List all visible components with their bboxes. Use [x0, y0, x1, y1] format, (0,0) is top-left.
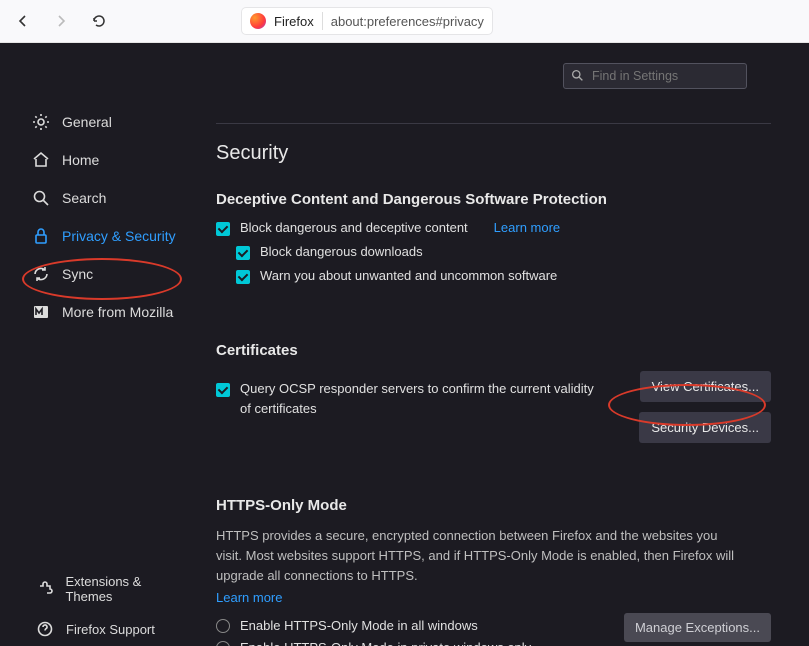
checkbox-warn-unwanted[interactable]: Warn you about unwanted and uncommon sof… [236, 268, 771, 284]
mozilla-icon [32, 303, 50, 321]
browser-toolbar: Firefox about:preferences#privacy [0, 0, 809, 43]
https-description: HTTPS provides a secure, encrypted conne… [216, 526, 736, 586]
checkbox-block-deceptive[interactable]: Block dangerous and deceptive content Le… [216, 220, 771, 236]
radio-label: Enable HTTPS-Only Mode in all windows [240, 618, 478, 633]
security-devices-button[interactable]: Security Devices... [639, 412, 771, 443]
checkbox-label: Query OCSP responder servers to confirm … [240, 379, 600, 418]
checkbox-ocsp[interactable]: Query OCSP responder servers to confirm … [216, 379, 601, 418]
url-text: about:preferences#privacy [331, 14, 484, 29]
sync-icon [32, 265, 50, 283]
sidebar-item-home[interactable]: Home [0, 141, 200, 179]
settings-content: Security Deceptive Content and Dangerous… [200, 43, 809, 646]
learn-more-link[interactable]: Learn more [216, 590, 282, 605]
sidebar-item-sync[interactable]: Sync [0, 255, 200, 293]
puzzle-icon [36, 580, 53, 598]
subsection-https-only: HTTPS-Only Mode [216, 497, 771, 514]
sidebar-item-label: Firefox Support [66, 622, 155, 637]
sidebar-item-label: More from Mozilla [62, 304, 173, 320]
settings-search [563, 63, 747, 89]
checkbox-label: Warn you about unwanted and uncommon sof… [260, 268, 557, 283]
sidebar-item-label: Search [62, 190, 106, 206]
forward-button[interactable] [46, 6, 76, 36]
checkbox-icon [216, 222, 230, 236]
back-button[interactable] [8, 6, 38, 36]
question-icon [36, 620, 54, 638]
checkbox-block-downloads[interactable]: Block dangerous downloads [236, 244, 771, 260]
radio-label: Enable HTTPS-Only Mode in private window… [240, 640, 531, 646]
sidebar-item-search[interactable]: Search [0, 179, 200, 217]
checkbox-icon [236, 246, 250, 260]
home-icon [32, 151, 50, 169]
radio-icon [216, 641, 230, 646]
radio-https-all[interactable]: Enable HTTPS-Only Mode in all windows [216, 618, 601, 633]
settings-sidebar: General Home Search Privacy & Security S… [0, 43, 200, 646]
sidebar-item-extensions[interactable]: Extensions & Themes [0, 566, 200, 612]
app-label: Firefox [274, 14, 314, 29]
sidebar-item-label: General [62, 114, 112, 130]
sidebar-item-label: Privacy & Security [62, 228, 176, 244]
lock-icon [32, 227, 50, 245]
radio-https-private[interactable]: Enable HTTPS-Only Mode in private window… [216, 640, 601, 646]
checkbox-icon [216, 383, 230, 397]
reload-button[interactable] [84, 6, 114, 36]
sidebar-item-label: Home [62, 152, 99, 168]
subsection-deceptive: Deceptive Content and Dangerous Software… [216, 191, 771, 208]
firefox-icon [250, 13, 266, 29]
view-certificates-button[interactable]: View Certificates... [640, 371, 771, 402]
sidebar-item-support[interactable]: Firefox Support [0, 612, 200, 646]
section-heading-security: Security [216, 142, 771, 165]
gear-icon [32, 113, 50, 131]
checkbox-icon [236, 270, 250, 284]
checkbox-label: Block dangerous downloads [260, 244, 423, 259]
sidebar-item-label: Extensions & Themes [65, 574, 188, 604]
radio-icon [216, 619, 230, 633]
sidebar-item-more[interactable]: More from Mozilla [0, 293, 200, 331]
checkbox-label: Block dangerous and deceptive content [240, 220, 468, 235]
subsection-certificates: Certificates [216, 342, 771, 359]
sidebar-item-label: Sync [62, 266, 93, 282]
divider [216, 123, 771, 124]
search-icon [571, 69, 584, 85]
address-bar[interactable]: Firefox about:preferences#privacy [242, 8, 492, 34]
sidebar-item-general[interactable]: General [0, 103, 200, 141]
divider [322, 12, 323, 30]
settings-search-input[interactable] [563, 63, 747, 89]
manage-exceptions-button[interactable]: Manage Exceptions... [624, 613, 771, 642]
search-icon [32, 189, 50, 207]
learn-more-link[interactable]: Learn more [494, 220, 560, 235]
sidebar-item-privacy[interactable]: Privacy & Security [0, 217, 200, 255]
